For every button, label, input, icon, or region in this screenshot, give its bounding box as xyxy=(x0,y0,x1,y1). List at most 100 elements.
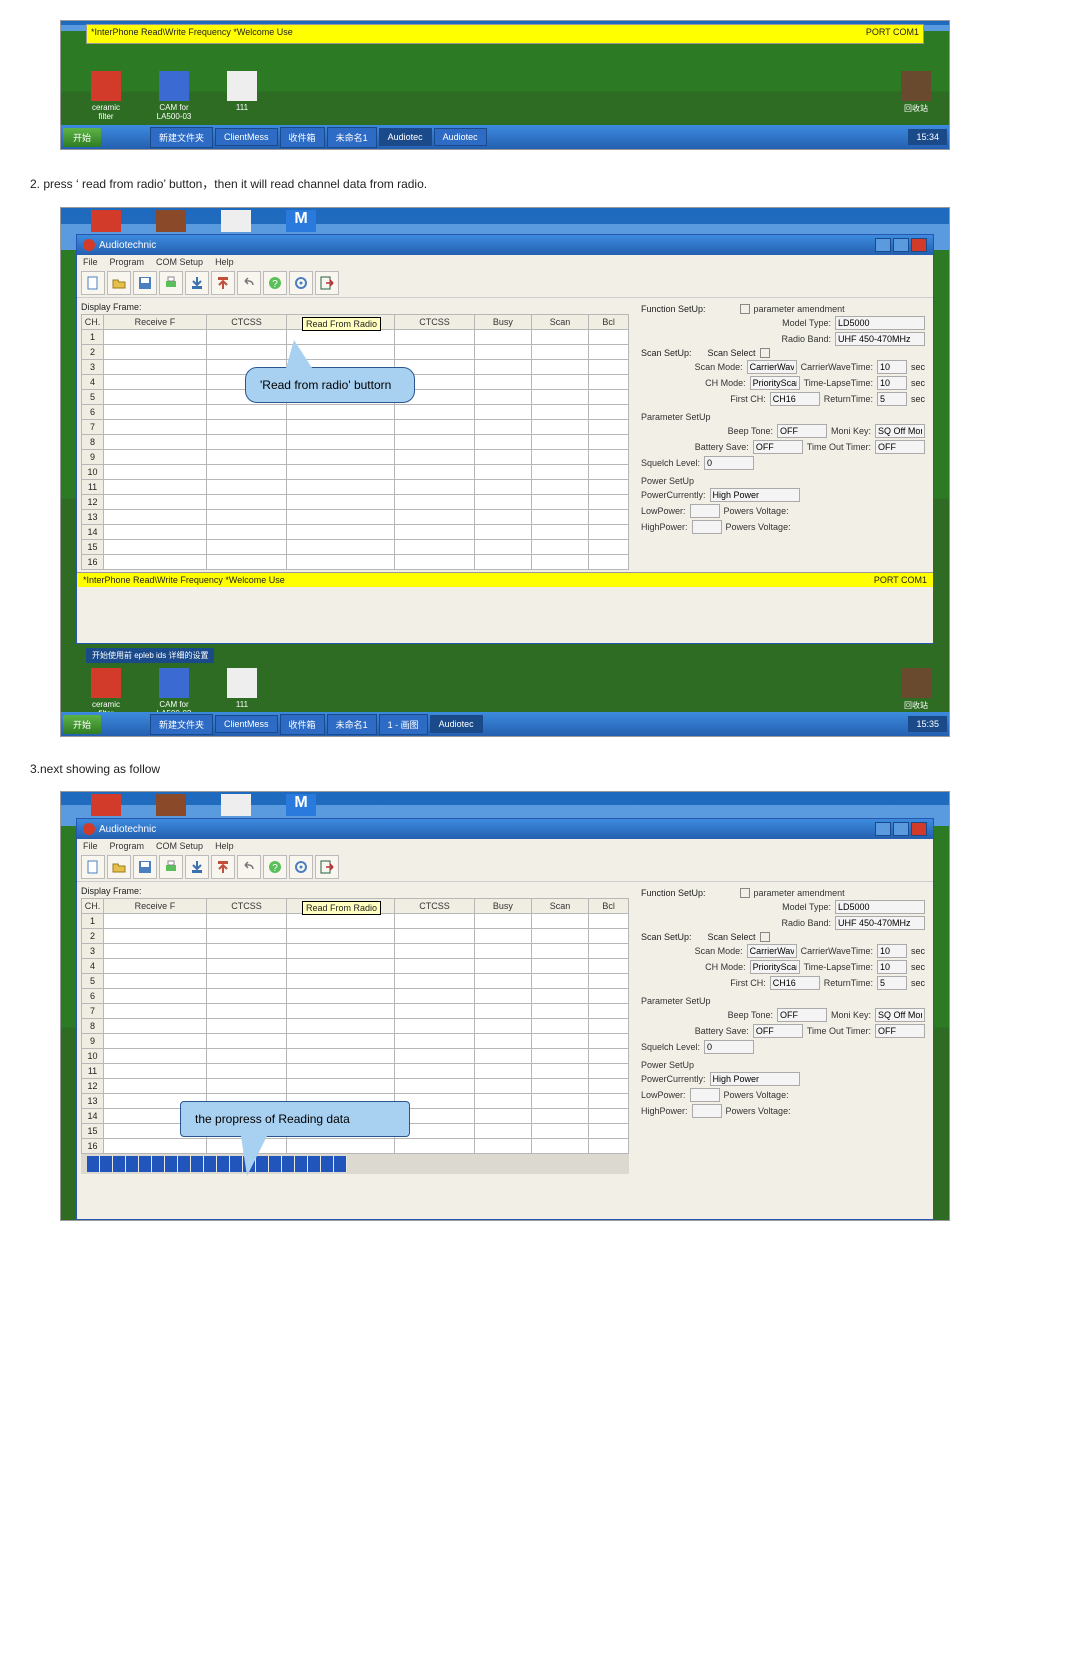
table-row[interactable]: 11 xyxy=(82,1064,629,1079)
first-ch-input[interactable] xyxy=(770,976,820,990)
help-button[interactable]: ? xyxy=(263,271,287,295)
table-row[interactable]: 1 xyxy=(82,330,629,345)
table-row[interactable]: 13 xyxy=(82,510,629,525)
taskbar-item[interactable]: 新建文件夹 xyxy=(150,714,213,735)
carrier-time-input[interactable] xyxy=(877,360,907,374)
param-amendment-checkbox[interactable] xyxy=(740,888,750,898)
table-row[interactable]: 12 xyxy=(82,1079,629,1094)
table-row[interactable]: 11 xyxy=(82,480,629,495)
table-row[interactable]: 15 xyxy=(82,540,629,555)
channel-table[interactable]: CH.Receive FCTCSS Transmit FCTCSSBusy Sc… xyxy=(81,314,629,570)
desktop-icon[interactable]: 111 xyxy=(222,71,262,121)
maximize-button[interactable] xyxy=(893,822,909,836)
low-power-input[interactable] xyxy=(690,1088,720,1102)
taskbar-item[interactable]: ClientMess xyxy=(215,715,278,733)
ch-mode-input[interactable] xyxy=(750,960,800,974)
high-power-input[interactable] xyxy=(692,1104,722,1118)
model-type-input[interactable] xyxy=(835,900,925,914)
start-button[interactable]: 开始 xyxy=(63,128,101,147)
power-currently-input[interactable] xyxy=(710,1072,800,1086)
table-row[interactable]: 1 xyxy=(82,914,629,929)
table-row[interactable]: 12 xyxy=(82,495,629,510)
recycle-bin-icon[interactable]: 回收站 xyxy=(901,668,931,711)
table-row[interactable]: 16 xyxy=(82,555,629,570)
exit-button[interactable] xyxy=(315,855,339,879)
minimize-button[interactable] xyxy=(875,238,891,252)
beep-tone-input[interactable] xyxy=(777,1008,827,1022)
carrier-time-input[interactable] xyxy=(877,944,907,958)
desktop-icon[interactable]: ceramic filter xyxy=(86,668,126,718)
beep-tone-input[interactable] xyxy=(777,424,827,438)
table-row[interactable]: 3 xyxy=(82,944,629,959)
undo-button[interactable] xyxy=(237,855,261,879)
taskbar-item[interactable]: 未命名1 xyxy=(327,714,377,735)
table-row[interactable]: 2 xyxy=(82,345,629,360)
desktop-icon[interactable]: CAM for LA500-03 xyxy=(154,668,194,718)
taskbar-item[interactable]: 收件箱 xyxy=(280,127,325,148)
time-lapse-input[interactable] xyxy=(877,960,907,974)
print-button[interactable] xyxy=(159,855,183,879)
power-currently-input[interactable] xyxy=(710,488,800,502)
menu-file[interactable]: File xyxy=(83,841,98,851)
desktop-small-icon[interactable]: M xyxy=(286,794,316,816)
taskbar-item[interactable]: 未命名1 xyxy=(327,127,377,148)
table-row[interactable]: 4 xyxy=(82,959,629,974)
model-type-input[interactable] xyxy=(835,316,925,330)
table-row[interactable]: 5 xyxy=(82,974,629,989)
menu-program[interactable]: Program xyxy=(110,841,145,851)
scan-mode-input[interactable] xyxy=(747,944,797,958)
desktop-small-icon[interactable] xyxy=(221,210,251,232)
table-row[interactable]: 8 xyxy=(82,435,629,450)
write-to-radio-button[interactable] xyxy=(211,855,235,879)
time-out-input[interactable] xyxy=(875,1024,925,1038)
close-button[interactable] xyxy=(911,238,927,252)
open-button[interactable] xyxy=(107,855,131,879)
squelch-input[interactable] xyxy=(704,1040,754,1054)
return-time-input[interactable] xyxy=(877,392,907,406)
time-out-input[interactable] xyxy=(875,440,925,454)
settings-button[interactable] xyxy=(289,855,313,879)
desktop-small-icon[interactable]: M xyxy=(286,210,316,232)
read-from-radio-button[interactable] xyxy=(185,855,209,879)
help-button[interactable]: ? xyxy=(263,855,287,879)
table-row[interactable]: 10 xyxy=(82,1049,629,1064)
table-row[interactable]: 8 xyxy=(82,1019,629,1034)
menu-file[interactable]: File xyxy=(83,257,98,267)
first-ch-input[interactable] xyxy=(770,392,820,406)
new-button[interactable] xyxy=(81,271,105,295)
param-amendment-checkbox[interactable] xyxy=(740,304,750,314)
start-button[interactable]: 开始 xyxy=(63,715,101,734)
table-row[interactable]: 7 xyxy=(82,1004,629,1019)
print-button[interactable] xyxy=(159,271,183,295)
taskbar-item[interactable]: Audiotec xyxy=(379,128,432,146)
ch-mode-input[interactable] xyxy=(750,376,800,390)
table-row[interactable]: 10 xyxy=(82,465,629,480)
radio-band-input[interactable] xyxy=(835,916,925,930)
settings-button[interactable] xyxy=(289,271,313,295)
high-power-input[interactable] xyxy=(692,520,722,534)
table-row[interactable]: 9 xyxy=(82,1034,629,1049)
desktop-small-icon[interactable] xyxy=(91,210,121,232)
menu-help[interactable]: Help xyxy=(215,257,234,267)
undo-button[interactable] xyxy=(237,271,261,295)
taskbar-item[interactable]: ClientMess xyxy=(215,128,278,146)
table-row[interactable]: 2 xyxy=(82,929,629,944)
desktop-small-icon[interactable] xyxy=(156,210,186,232)
save-button[interactable] xyxy=(133,271,157,295)
desktop-small-icon[interactable] xyxy=(91,794,121,816)
moni-key-input[interactable] xyxy=(875,424,925,438)
maximize-button[interactable] xyxy=(893,238,909,252)
taskbar-item[interactable]: Audiotec xyxy=(430,715,483,733)
minimize-button[interactable] xyxy=(875,822,891,836)
desktop-icon[interactable]: CAM for LA500-03 xyxy=(154,71,194,121)
system-tray[interactable]: 15:34 xyxy=(908,129,947,145)
desktop-small-icon[interactable] xyxy=(156,794,186,816)
selected-desktop-item[interactable]: 开始使用前 epleb ids 详细的设置 xyxy=(86,648,214,663)
desktop-icon[interactable]: ceramic filter xyxy=(86,71,126,121)
desktop-icon[interactable]: 111 xyxy=(222,668,262,718)
desktop-small-icon[interactable] xyxy=(221,794,251,816)
read-from-radio-button[interactable] xyxy=(185,271,209,295)
battery-save-input[interactable] xyxy=(753,440,803,454)
scan-select-checkbox[interactable] xyxy=(760,932,770,942)
scan-mode-input[interactable] xyxy=(747,360,797,374)
